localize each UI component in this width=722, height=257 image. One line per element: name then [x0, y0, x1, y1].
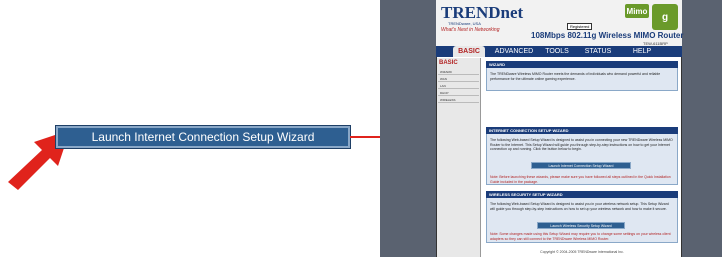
- wireless-wizard-note: Note: Some changes made using this Setup…: [490, 232, 671, 241]
- sidebar-item-wizard[interactable]: WIZARD: [438, 69, 479, 75]
- sidebar-item-lan[interactable]: LAN: [438, 83, 479, 89]
- page-background-left: [380, 0, 436, 257]
- sidebar-item-wan[interactable]: WAN: [438, 76, 479, 82]
- mimo-logo-icon: Mimo: [625, 4, 649, 18]
- red-arrow-icon: [8, 130, 70, 190]
- tab-advanced[interactable]: ADVANCED: [492, 46, 536, 57]
- launch-internet-wizard-callout-button[interactable]: Launch Internet Connection Setup Wizard: [56, 126, 350, 148]
- sidebar-item-wireless[interactable]: WIRELESS: [438, 97, 479, 103]
- logo-tagline: What's Next in Networking: [441, 27, 500, 33]
- trendnet-logo: TRENDnet: [441, 3, 524, 22]
- footer-copyright: Copyright © 2004-2005 TRENDware Internat…: [540, 250, 624, 254]
- sidebar-item-dhcp[interactable]: DHCP: [438, 90, 479, 96]
- registered-badge: Registered: [567, 23, 593, 30]
- wireless-wizard-panel-title: WIRELESS SECURITY SETUP WIZARD: [486, 191, 678, 198]
- g-standard-logo-icon: g: [652, 4, 678, 30]
- tab-help[interactable]: HELP: [630, 46, 654, 57]
- wizard-panel-title: WIZARD: [486, 61, 678, 68]
- launch-wireless-wizard-button[interactable]: Launch Wireless Security Setup Wizard: [537, 222, 625, 229]
- product-name: 108Mbps 802.11g Wireless MIMO Router: [531, 31, 684, 40]
- tab-basic[interactable]: BASIC: [453, 46, 485, 57]
- launch-internet-wizard-button[interactable]: Launch Internet Connection Setup Wizard: [531, 162, 631, 169]
- wizard-panel-text: The TRENDware Wireless MIMO Router meets…: [490, 72, 661, 81]
- tab-tools[interactable]: TOOLS: [544, 46, 570, 57]
- internet-wizard-panel-title: INTERNET CONNECTION SETUP WIZARD: [486, 127, 678, 134]
- tab-status[interactable]: STATUS: [582, 46, 614, 57]
- wireless-wizard-panel-text: The following Web-based Setup Wizard is …: [490, 202, 669, 211]
- sidebar-heading: BASIC: [439, 60, 458, 66]
- internet-wizard-note: Note: Before launching these wizards, pl…: [490, 175, 671, 184]
- logo-subtitle: TRENDware, USA: [448, 21, 481, 26]
- page-background-right: [682, 0, 722, 257]
- internet-wizard-panel-text: The following Web-based Setup Wizard is …: [490, 138, 673, 151]
